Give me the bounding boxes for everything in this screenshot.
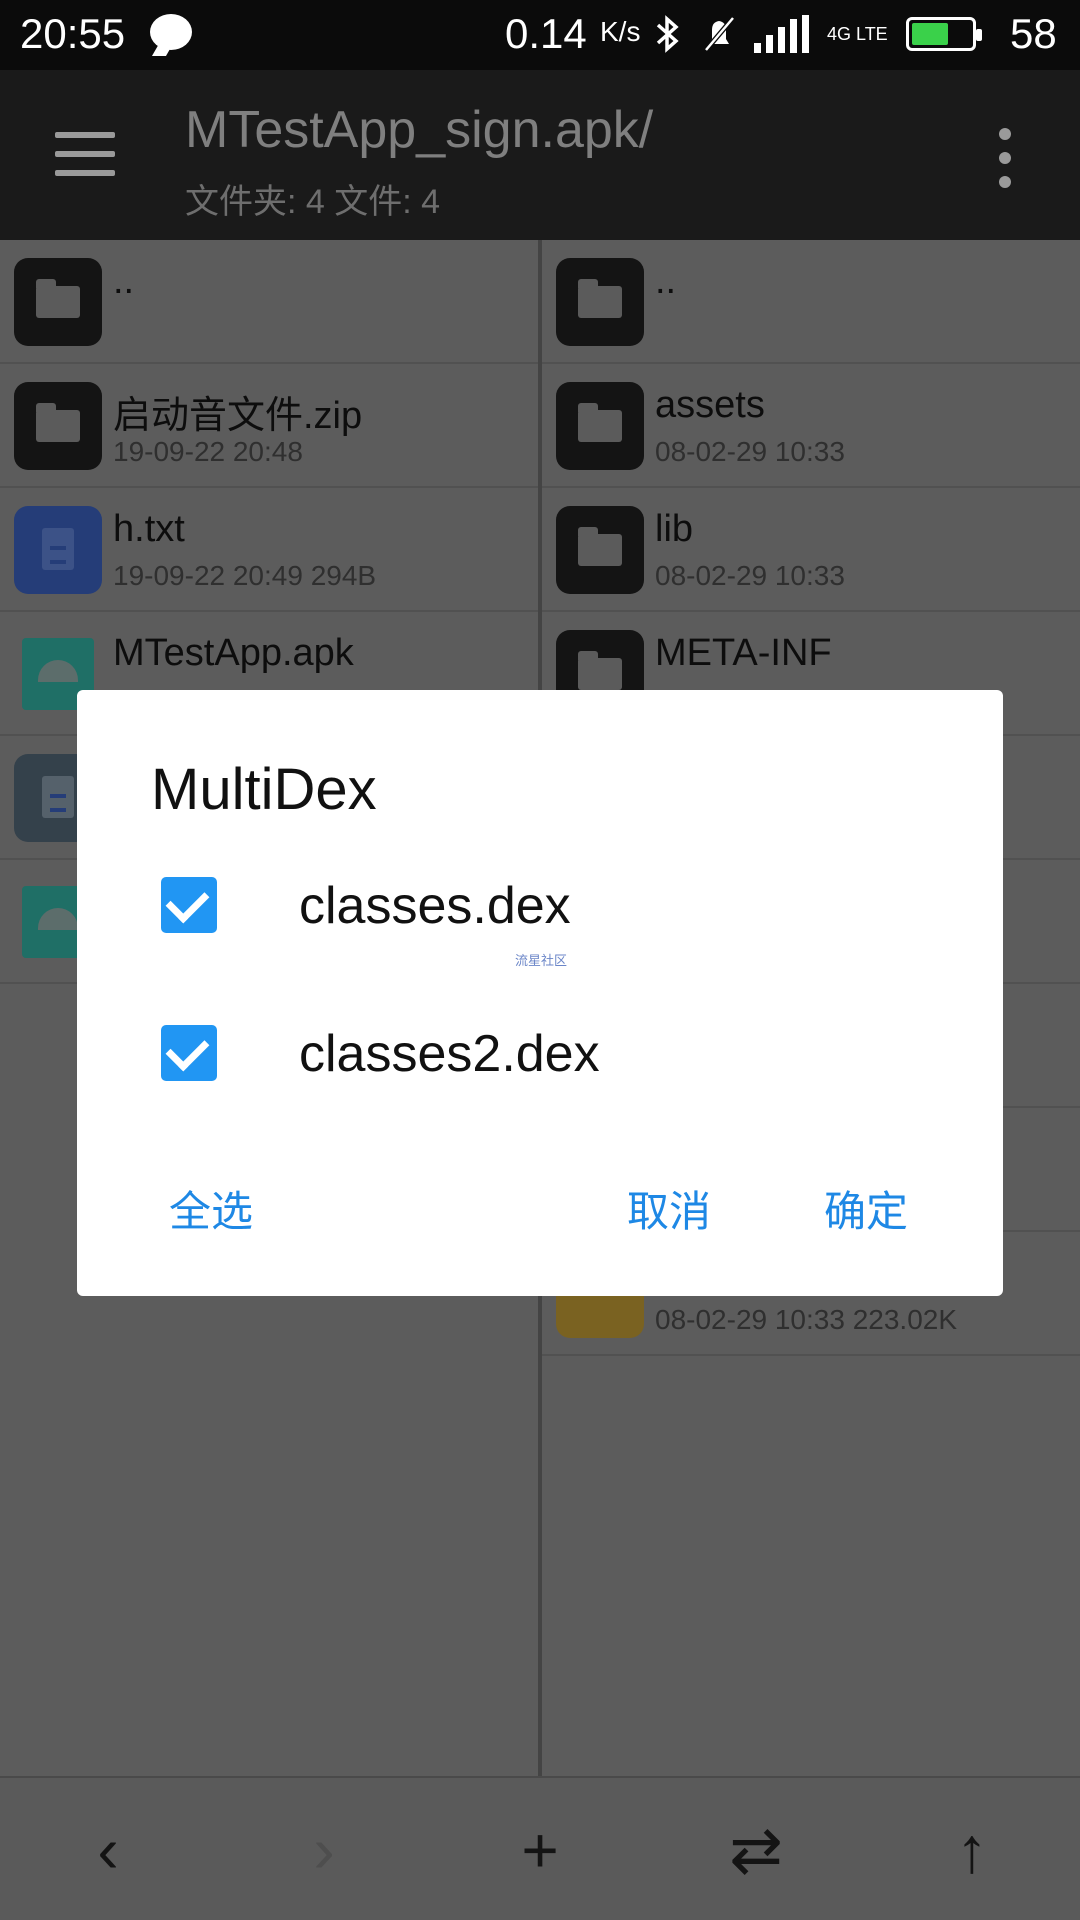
option-label: classes.dex <box>299 877 571 935</box>
multidex-dialog: MultiDex classes.dex 流星社区 classes2.dex 全… <box>77 690 1003 1296</box>
cancel-button[interactable]: 取消 <box>627 1178 711 1239</box>
ok-button[interactable]: 确定 <box>824 1178 908 1239</box>
option-classes-dex[interactable]: classes.dex <box>77 850 1003 960</box>
checkbox-checked-icon[interactable] <box>161 1025 217 1081</box>
watermark-text: 流星社区 <box>515 953 568 968</box>
option-label: classes2.dex <box>299 1025 600 1083</box>
checkbox-checked-icon[interactable] <box>161 877 217 933</box>
dialog-title: MultiDex <box>151 757 377 822</box>
option-classes2-dex[interactable]: classes2.dex <box>77 998 1003 1108</box>
select-all-button[interactable]: 全选 <box>169 1178 253 1239</box>
